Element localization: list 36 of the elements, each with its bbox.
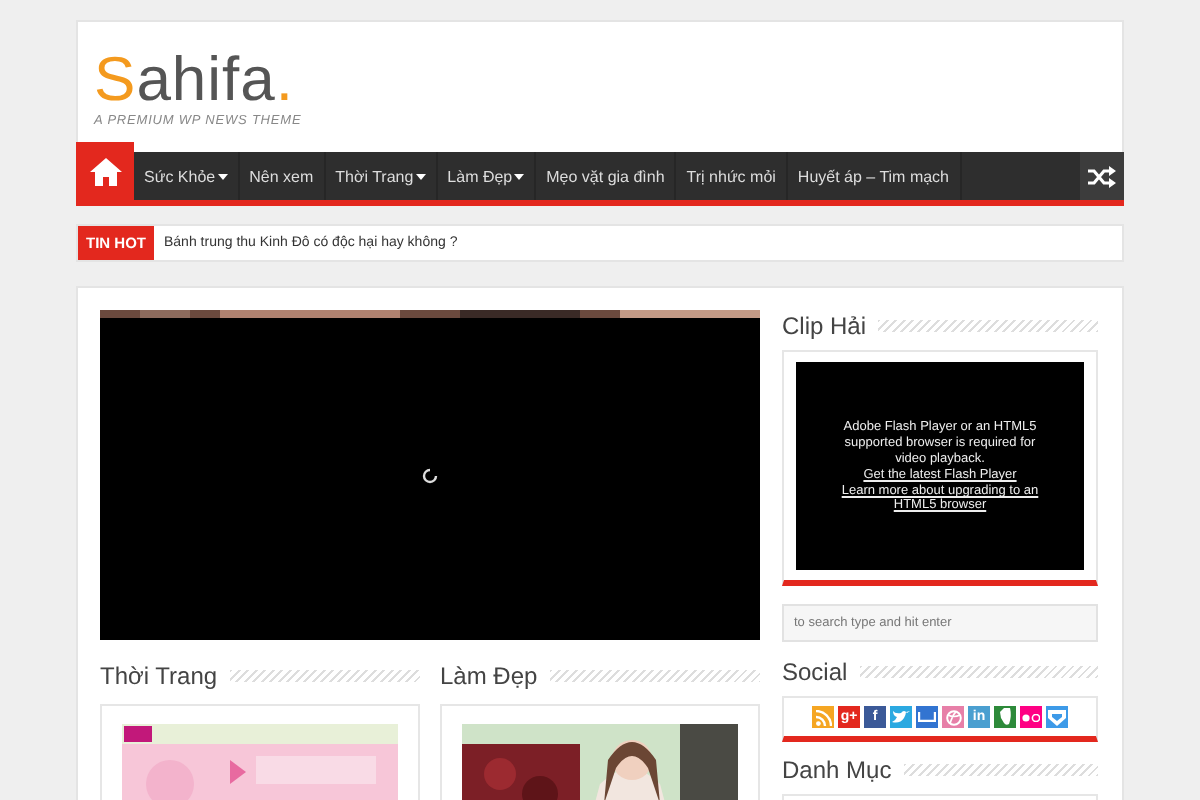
menu-item[interactable]: Làm Đẹp xyxy=(437,152,537,200)
elephant-icon xyxy=(998,708,1012,726)
social-link[interactable] xyxy=(916,706,938,728)
caret-icon xyxy=(217,173,228,179)
menu-item[interactable]: Huyết áp – Tim mạch xyxy=(787,152,962,200)
menu-item[interactable]: Sức Khỏe xyxy=(134,152,240,200)
bird-icon xyxy=(892,710,910,724)
social-link[interactable] xyxy=(942,706,964,728)
loading-spinner-icon xyxy=(422,467,438,483)
social-link[interactable] xyxy=(1020,706,1042,728)
social-link[interactable] xyxy=(1046,706,1068,728)
section-title: Thời Trang xyxy=(100,662,218,690)
video-player[interactable] xyxy=(100,310,760,640)
site-logo[interactable]: Sahifa. xyxy=(94,50,295,110)
menu-item[interactable]: Mẹo vặt gia đình xyxy=(536,152,677,200)
menu-item[interactable]: Thời Trang xyxy=(325,152,438,200)
caret-icon xyxy=(415,173,426,179)
home-icon xyxy=(89,157,121,185)
shuffle-icon xyxy=(1088,165,1116,187)
menu-item[interactable]: Trị nhức mỏi xyxy=(676,152,788,200)
rss-icon xyxy=(815,709,831,725)
box-icon xyxy=(1048,709,1066,725)
home-menu-item[interactable] xyxy=(76,142,134,200)
social-link[interactable] xyxy=(890,706,912,728)
social-link[interactable] xyxy=(994,706,1016,728)
menu-item[interactable]: Nên xem xyxy=(239,152,326,200)
bracket-icon xyxy=(918,712,936,722)
section-title: Làm Đẹp xyxy=(440,662,538,690)
widget-title: Clip Hải xyxy=(782,312,867,340)
widget-title: Danh Mục xyxy=(782,756,892,784)
ball-icon xyxy=(945,709,961,725)
random-article-button[interactable] xyxy=(1080,152,1124,200)
widget-title: Social xyxy=(782,658,848,686)
dots-icon xyxy=(1022,713,1040,721)
social-link[interactable] xyxy=(812,706,834,728)
caret-icon xyxy=(514,173,525,179)
